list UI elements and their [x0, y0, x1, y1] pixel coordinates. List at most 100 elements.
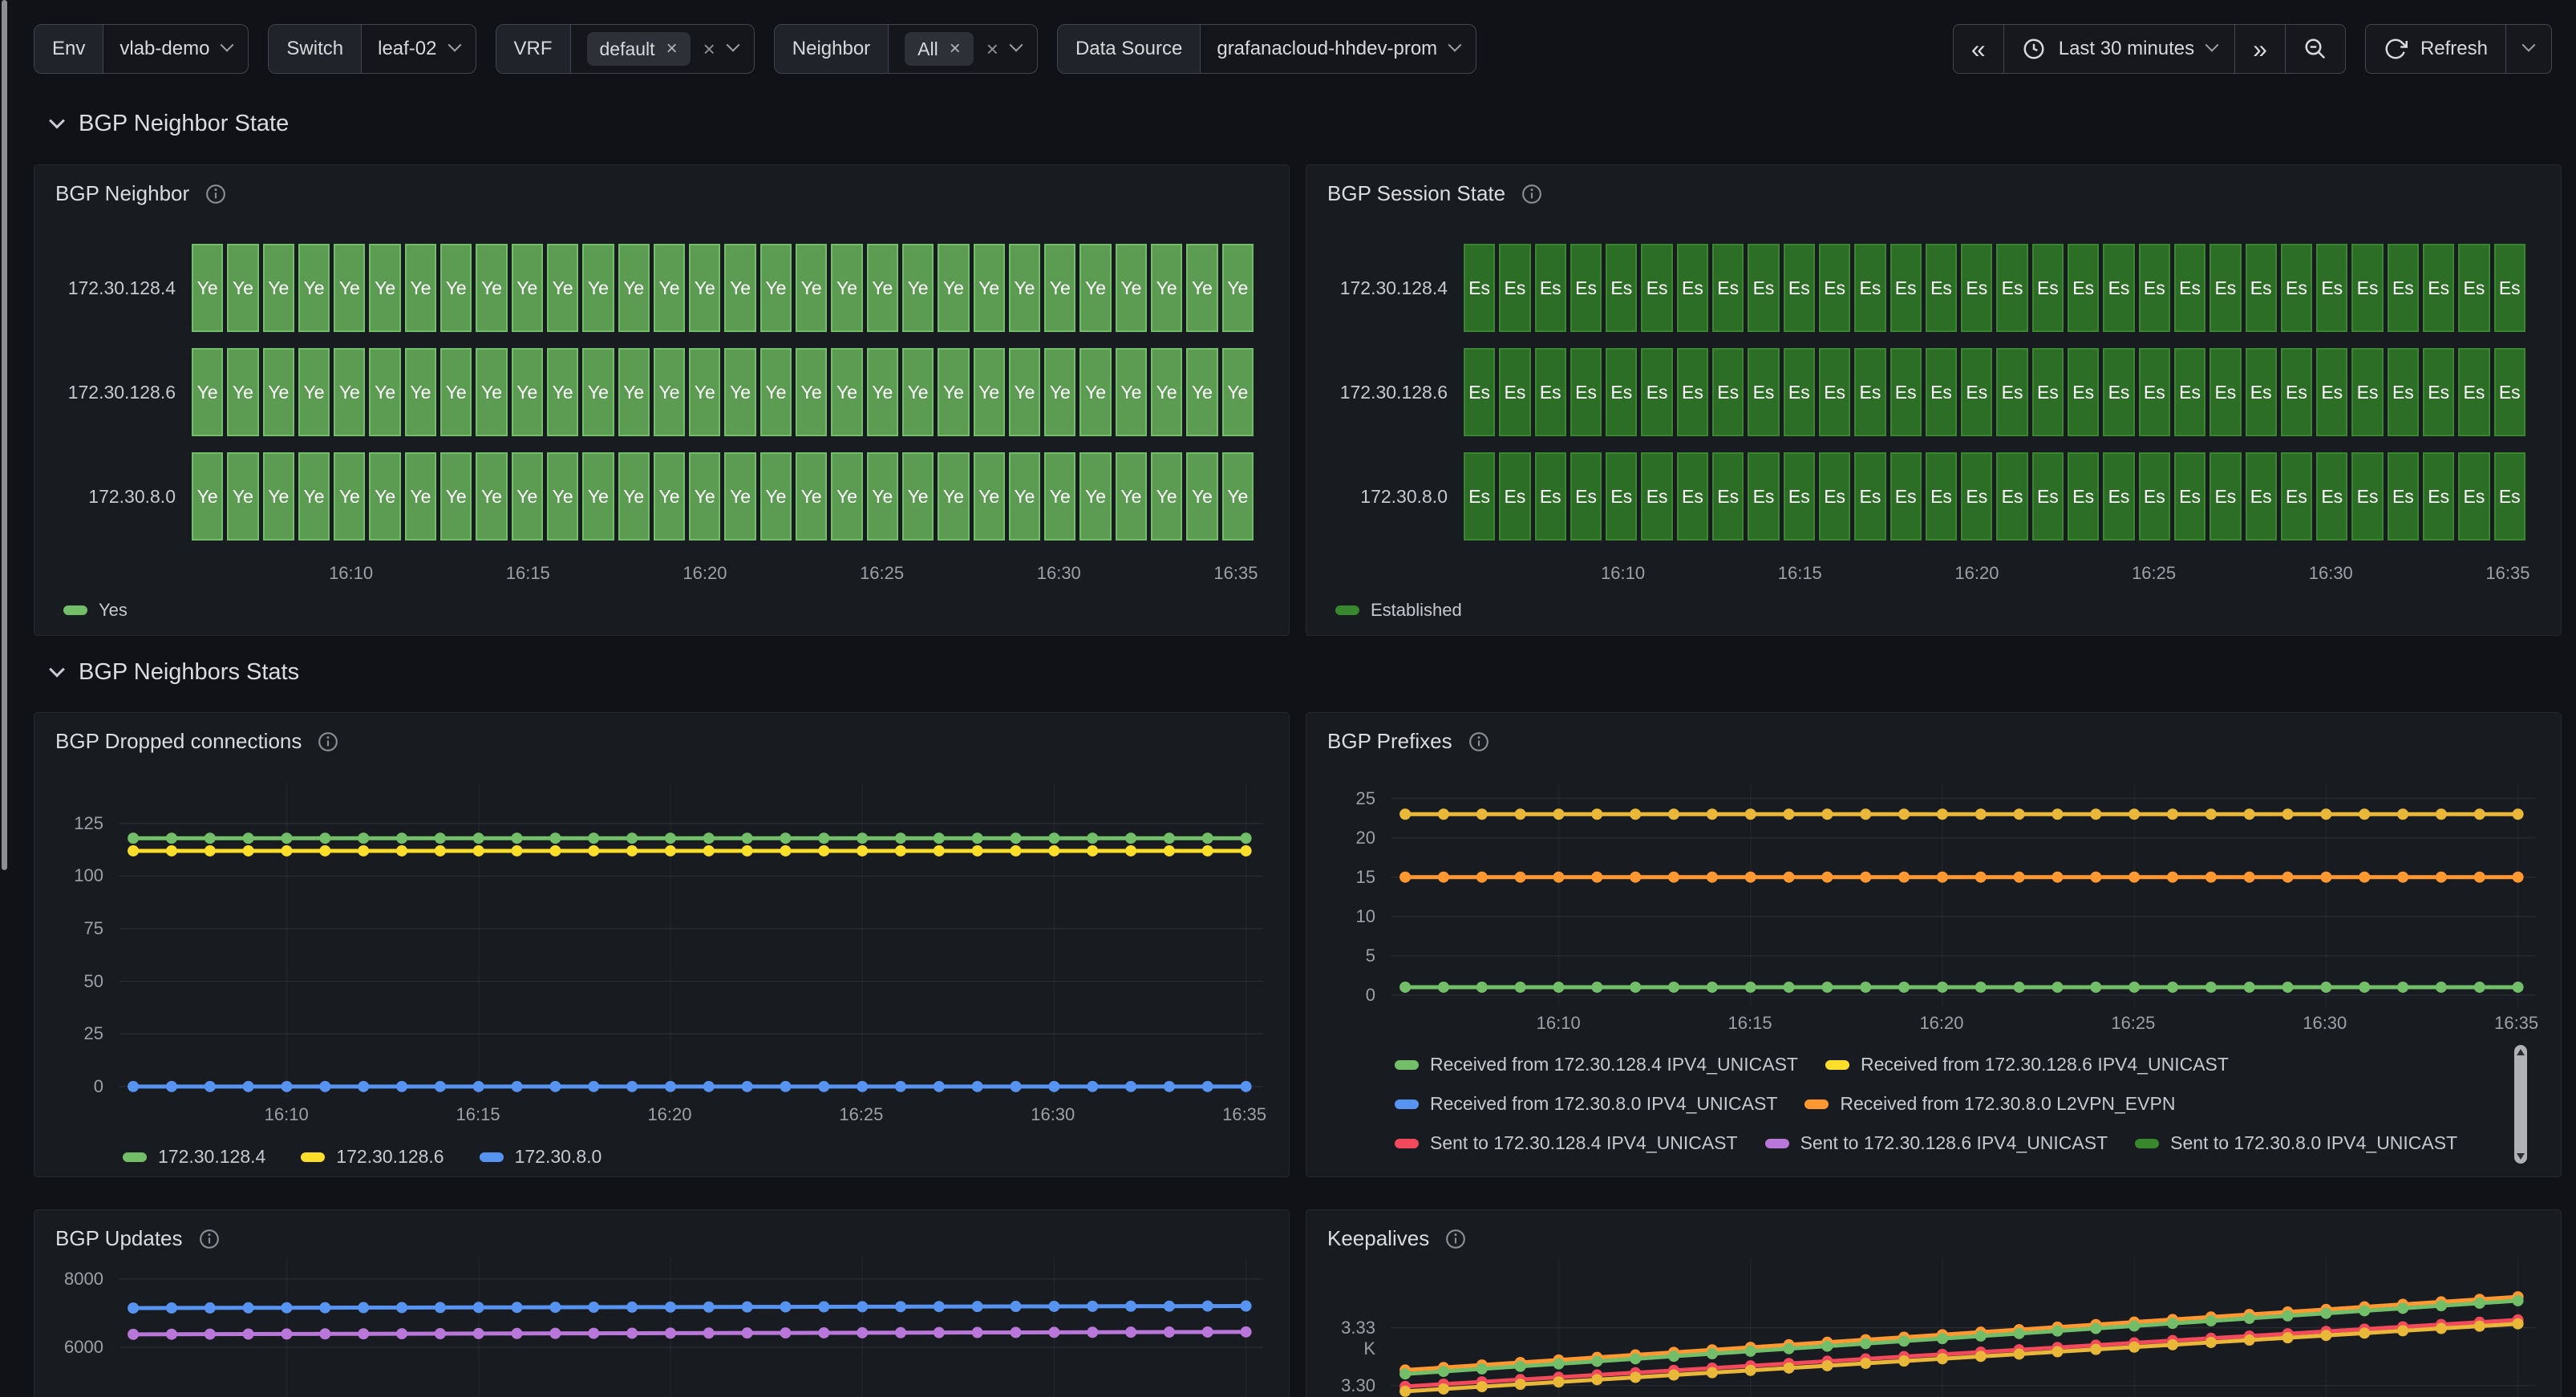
legend-swatch: [1765, 1139, 1789, 1148]
variable-vrf-value[interactable]: default × ×: [571, 25, 754, 73]
timeline-state-cell: Es: [1464, 244, 1495, 332]
timeline-state-cell: Ye: [724, 452, 755, 541]
state-timeline: 172.30.128.4EsEsEsEsEsEsEsEsEsEsEsEsEsEs…: [1329, 244, 2525, 621]
refresh-interval-dropdown[interactable]: [2505, 25, 2551, 73]
info-icon[interactable]: [205, 184, 226, 204]
legend-row: Sent to 172.30.128.4 IPV4_UNICAST Sent to…: [1395, 1124, 2493, 1163]
time-range-label: Last 30 minutes: [2059, 38, 2194, 60]
info-icon[interactable]: [1445, 1229, 1466, 1249]
timeline-state-cell: Ye: [831, 452, 862, 541]
y-axis-label: 6000: [55, 1337, 103, 1358]
timeline-state-cell: Es: [2139, 452, 2170, 541]
info-icon[interactable]: [1468, 731, 1489, 752]
time-shift-forward-button[interactable]: »: [2234, 25, 2285, 73]
timeline-state-cell: Ye: [1186, 452, 1217, 541]
panel-title[interactable]: BGP Dropped connections: [55, 729, 302, 754]
timeline-state-cell: Es: [1961, 452, 1992, 541]
refresh-button[interactable]: Refresh: [2366, 25, 2505, 73]
time-axis-label: 16:15: [488, 563, 568, 584]
variable-datasource-value[interactable]: grafanacloud-hhdev-prom: [1201, 25, 1476, 73]
variable-switch[interactable]: Switch leaf-02: [268, 24, 476, 74]
timeline-state-cell: Es: [2209, 452, 2241, 541]
info-icon[interactable]: [318, 731, 338, 752]
legend-item[interactable]: Sent to 172.30.128.6 IPV4_UNICAST: [1765, 1132, 2108, 1154]
time-range-picker[interactable]: Last 30 minutes: [2003, 25, 2234, 73]
panel-legend: Yes: [63, 600, 1254, 621]
legend-item[interactable]: 172.30.8.0: [480, 1146, 602, 1168]
scroll-down-icon[interactable]: [2517, 1153, 2525, 1160]
zoom-out-button[interactable]: [2285, 25, 2345, 73]
legend-item[interactable]: Received from 172.30.128.4 IPV4_UNICAST: [1395, 1054, 1798, 1075]
time-axis-label: 16:30: [2285, 1013, 2365, 1034]
timeline-state-cell: Ye: [263, 452, 294, 541]
variable-vrf-chip[interactable]: default ×: [587, 32, 691, 66]
timeline-state-cell: Ye: [476, 452, 507, 541]
timeline-cells: EsEsEsEsEsEsEsEsEsEsEsEsEsEsEsEsEsEsEsEs…: [1464, 348, 2525, 436]
time-shift-back-button[interactable]: «: [1954, 25, 2003, 73]
timeline-state-cell: Ye: [902, 348, 934, 436]
refresh-controls: Refresh: [2365, 24, 2552, 74]
timeline-state-cell: Es: [2139, 348, 2170, 436]
section-bgp-neighbor-state[interactable]: BGP Neighbor State: [51, 111, 289, 137]
variable-neighbor[interactable]: Neighbor All × ×: [774, 24, 1038, 74]
variable-neighbor-label: Neighbor: [775, 25, 889, 73]
timeline-state-cell: Es: [1890, 452, 1922, 541]
info-icon[interactable]: [199, 1229, 220, 1249]
variable-vrf[interactable]: VRF default × ×: [496, 24, 755, 74]
timeline-state-cell: Es: [1819, 452, 1850, 541]
legend-item[interactable]: 172.30.128.4: [123, 1146, 265, 1168]
legend-item[interactable]: Received from 172.30.8.0 L2VPN_EVPN: [1804, 1093, 2175, 1115]
chevron-down-icon: [1448, 38, 1462, 52]
scroll-up-icon[interactable]: [2517, 1049, 2525, 1055]
panel-title[interactable]: BGP Neighbor: [55, 181, 189, 206]
double-chevron-right-icon: »: [2253, 36, 2267, 62]
page-scrollbar[interactable]: [2, 0, 7, 870]
variable-switch-value[interactable]: leaf-02: [362, 25, 475, 73]
timeline-state-cell: Ye: [227, 244, 258, 332]
legend-item[interactable]: Sent to 172.30.8.0 IPV4_UNICAST: [2135, 1132, 2457, 1154]
chip-label: All: [917, 38, 938, 60]
panel-title[interactable]: Keepalives: [1327, 1226, 1429, 1251]
legend-item[interactable]: 172.30.128.6: [301, 1146, 444, 1168]
clear-all-icon[interactable]: ×: [986, 37, 998, 62]
chart-area: 3.33 K3.30 K: [1331, 1258, 2533, 1397]
timeline-state-cell: Ye: [1151, 244, 1182, 332]
variable-env[interactable]: Env vlab-demo: [34, 24, 249, 74]
variable-neighbor-value[interactable]: All × ×: [889, 25, 1037, 73]
chip-remove-icon[interactable]: ×: [666, 38, 678, 60]
timeline-state-cell: Ye: [1079, 244, 1111, 332]
legend-label: Established: [1371, 600, 1462, 621]
variable-neighbor-chip[interactable]: All ×: [905, 32, 974, 66]
timeline-row-label: 172.30.128.4: [57, 244, 192, 332]
timeline-state-cell: Ye: [440, 348, 472, 436]
variable-datasource[interactable]: Data Source grafanacloud-hhdev-prom: [1057, 24, 1476, 74]
panel-title[interactable]: BGP Session State: [1327, 181, 1505, 206]
y-axis-label: 100: [55, 865, 103, 886]
section-bgp-neighbors-stats[interactable]: BGP Neighbors Stats: [51, 659, 299, 686]
timeline-row: 172.30.128.6YeYeYeYeYeYeYeYeYeYeYeYeYeYe…: [57, 348, 1254, 436]
timeline-state-cell: Es: [2174, 348, 2205, 436]
legend-item[interactable]: Received from 172.30.128.6 IPV4_UNICAST: [1825, 1054, 2229, 1075]
info-icon[interactable]: [1521, 184, 1542, 204]
legend-scrollbar[interactable]: [2514, 1045, 2527, 1164]
clear-all-icon[interactable]: ×: [703, 37, 715, 62]
timeline-state-cell: Es: [1819, 244, 1850, 332]
chip-remove-icon[interactable]: ×: [950, 38, 961, 60]
timeline-state-cell: Es: [1641, 244, 1672, 332]
legend-item[interactable]: Received from 172.30.8.0 IPV4_UNICAST: [1395, 1093, 1777, 1115]
variable-env-value[interactable]: vlab-demo: [103, 25, 248, 73]
legend-item[interactable]: Sent to 172.30.128.4 IPV4_UNICAST: [1395, 1132, 1738, 1154]
refresh-icon: [2384, 37, 2408, 61]
panel-title[interactable]: BGP Updates: [55, 1226, 183, 1251]
legend-swatch: [123, 1152, 147, 1162]
y-axis-label: 125: [55, 813, 103, 834]
time-axis: 16:1016:1516:2016:2516:3016:35: [1464, 557, 2525, 592]
legend-item[interactable]: Established: [1335, 600, 1462, 621]
y-axis-label: 25: [55, 1023, 103, 1044]
legend-item[interactable]: Yes: [63, 600, 128, 621]
timeline-state-cell: Es: [2246, 348, 2277, 436]
legend-item[interactable]: Sent to 172.30.8.0 L2VPN_EVPN: [1395, 1172, 1705, 1173]
panel-header: BGP Updates: [34, 1210, 1289, 1251]
y-axis-label: 0: [55, 1076, 103, 1097]
panel-title[interactable]: BGP Prefixes: [1327, 729, 1452, 754]
